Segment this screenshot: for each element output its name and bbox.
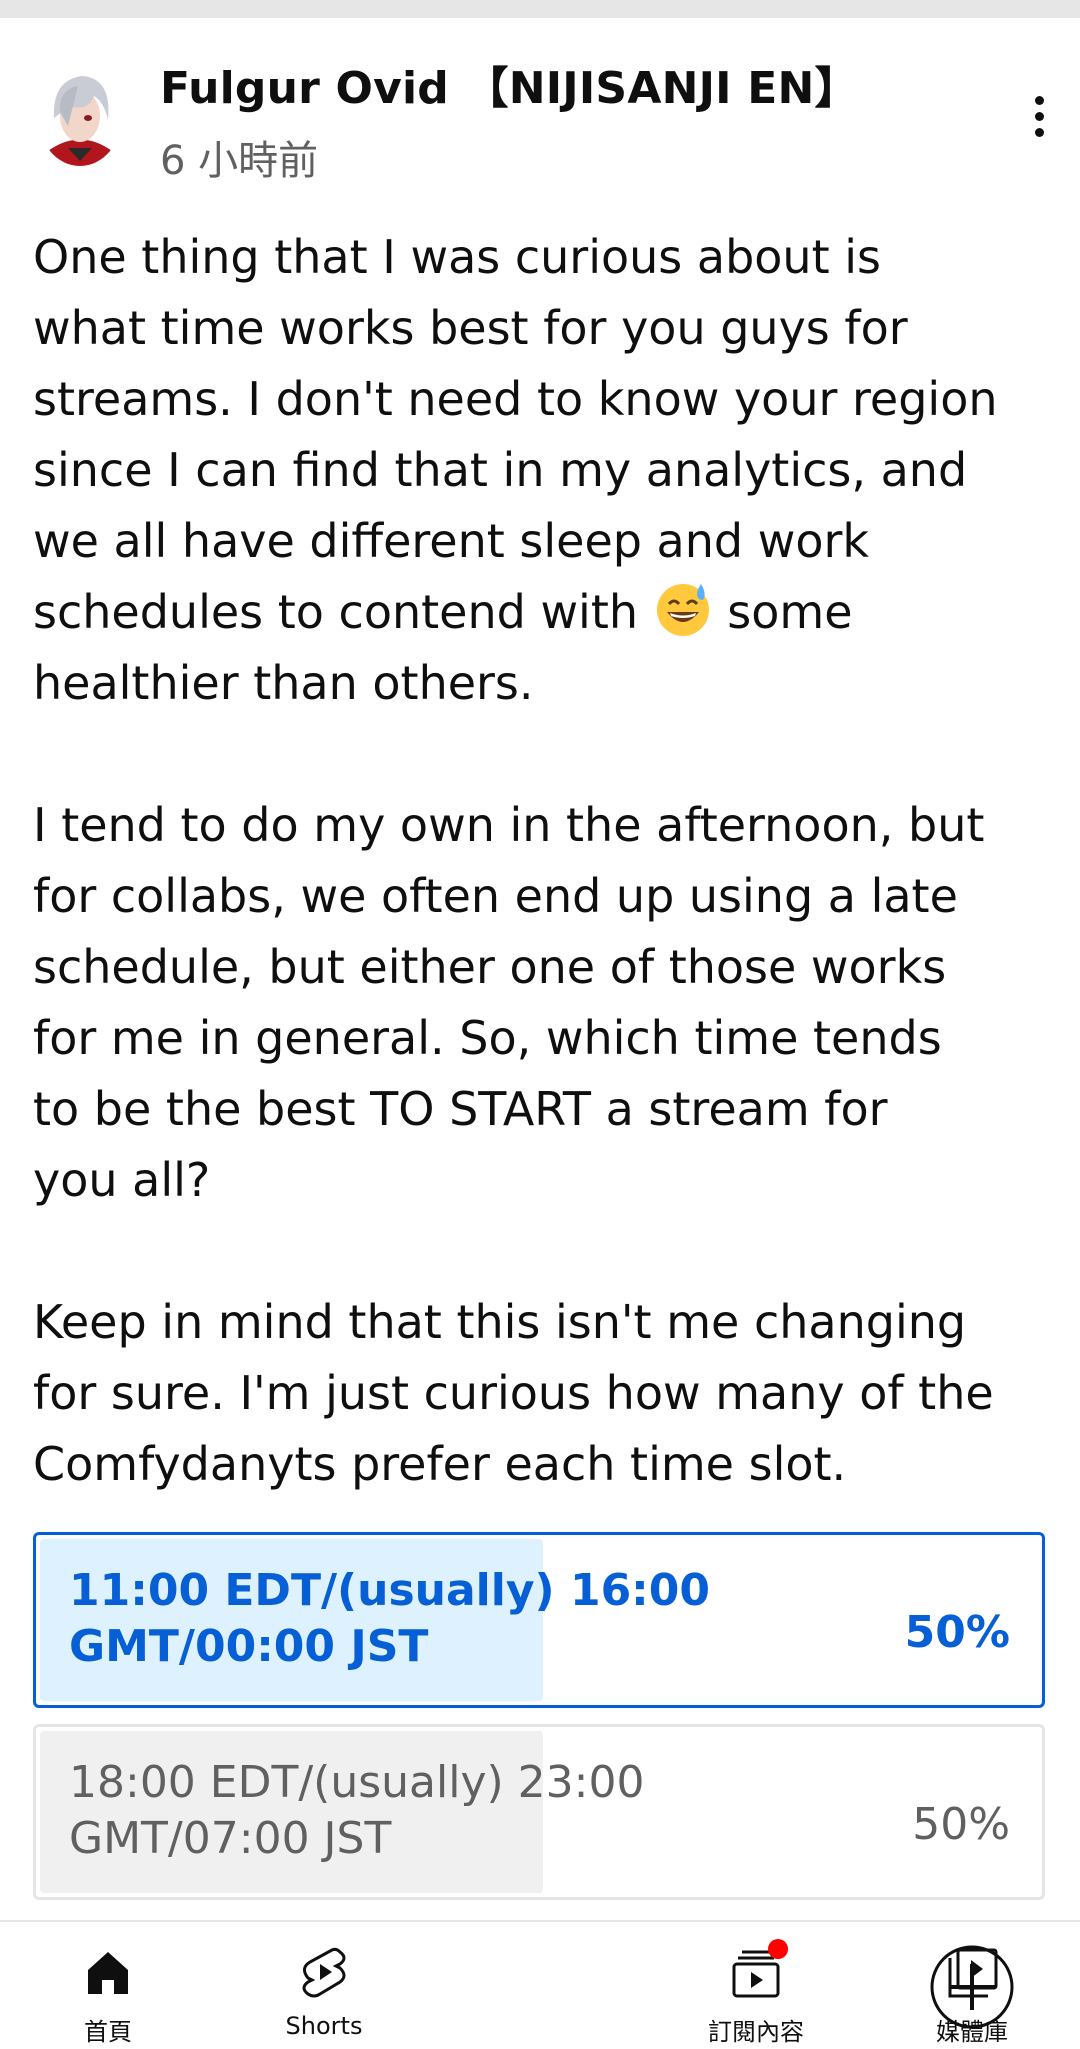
post-text-part-2: some healthier than others. I tend to do… (33, 585, 994, 1491)
nav-library[interactable]: 媒體庫 (864, 1922, 1080, 2049)
nav-create[interactable] (432, 1922, 1014, 2049)
bottom-navigation: 首頁 Shorts 訂閱內容 媒體庫 (0, 1920, 1080, 2049)
sweat-smile-emoji-icon (653, 578, 713, 638)
nav-shorts-label: Shorts (285, 2012, 363, 2040)
channel-avatar[interactable] (38, 66, 122, 166)
notification-dot (768, 1939, 788, 1959)
nav-shorts[interactable]: Shorts (216, 1922, 432, 2049)
channel-name[interactable]: Fulgur Ovid 【NIJISANJI EN】 (160, 52, 859, 116)
nav-subscriptions-label: 訂閱內容 (708, 2018, 804, 2046)
poll-option-2-label: 18:00 EDT/(usually) 23:00 GMT/07:00 JST (69, 1757, 645, 1864)
nav-home[interactable]: 首頁 (0, 1922, 216, 2049)
post-time: 6 小時前 (160, 138, 319, 184)
more-options-icon[interactable] (1020, 92, 1060, 142)
poll-option-2[interactable]: 18:00 EDT/(usually) 23:00 GMT/07:00 JST … (33, 1724, 1045, 1900)
post-text-part-1: One thing that I was curious about is wh… (33, 230, 998, 639)
poll-option-1-percent: 50% (904, 1607, 1010, 1658)
shorts-icon (302, 1947, 346, 1998)
poll-option-2-percent: 50% (912, 1799, 1010, 1850)
poll-option-1-label: 11:00 EDT/(usually) 16:00 GMT/00:00 JST (69, 1565, 711, 1672)
nav-home-label: 首頁 (84, 2018, 132, 2046)
home-icon (88, 1952, 128, 1994)
library-icon (948, 1948, 998, 1998)
top-divider (0, 0, 1080, 18)
nav-subscriptions[interactable]: 訂閱內容 (648, 1922, 864, 2049)
poll-option-1[interactable]: 11:00 EDT/(usually) 16:00 GMT/00:00 JST … (33, 1532, 1045, 1708)
post-text: One thing that I was curious about is wh… (33, 222, 1053, 1500)
nav-library-label: 媒體庫 (936, 2018, 1008, 2046)
